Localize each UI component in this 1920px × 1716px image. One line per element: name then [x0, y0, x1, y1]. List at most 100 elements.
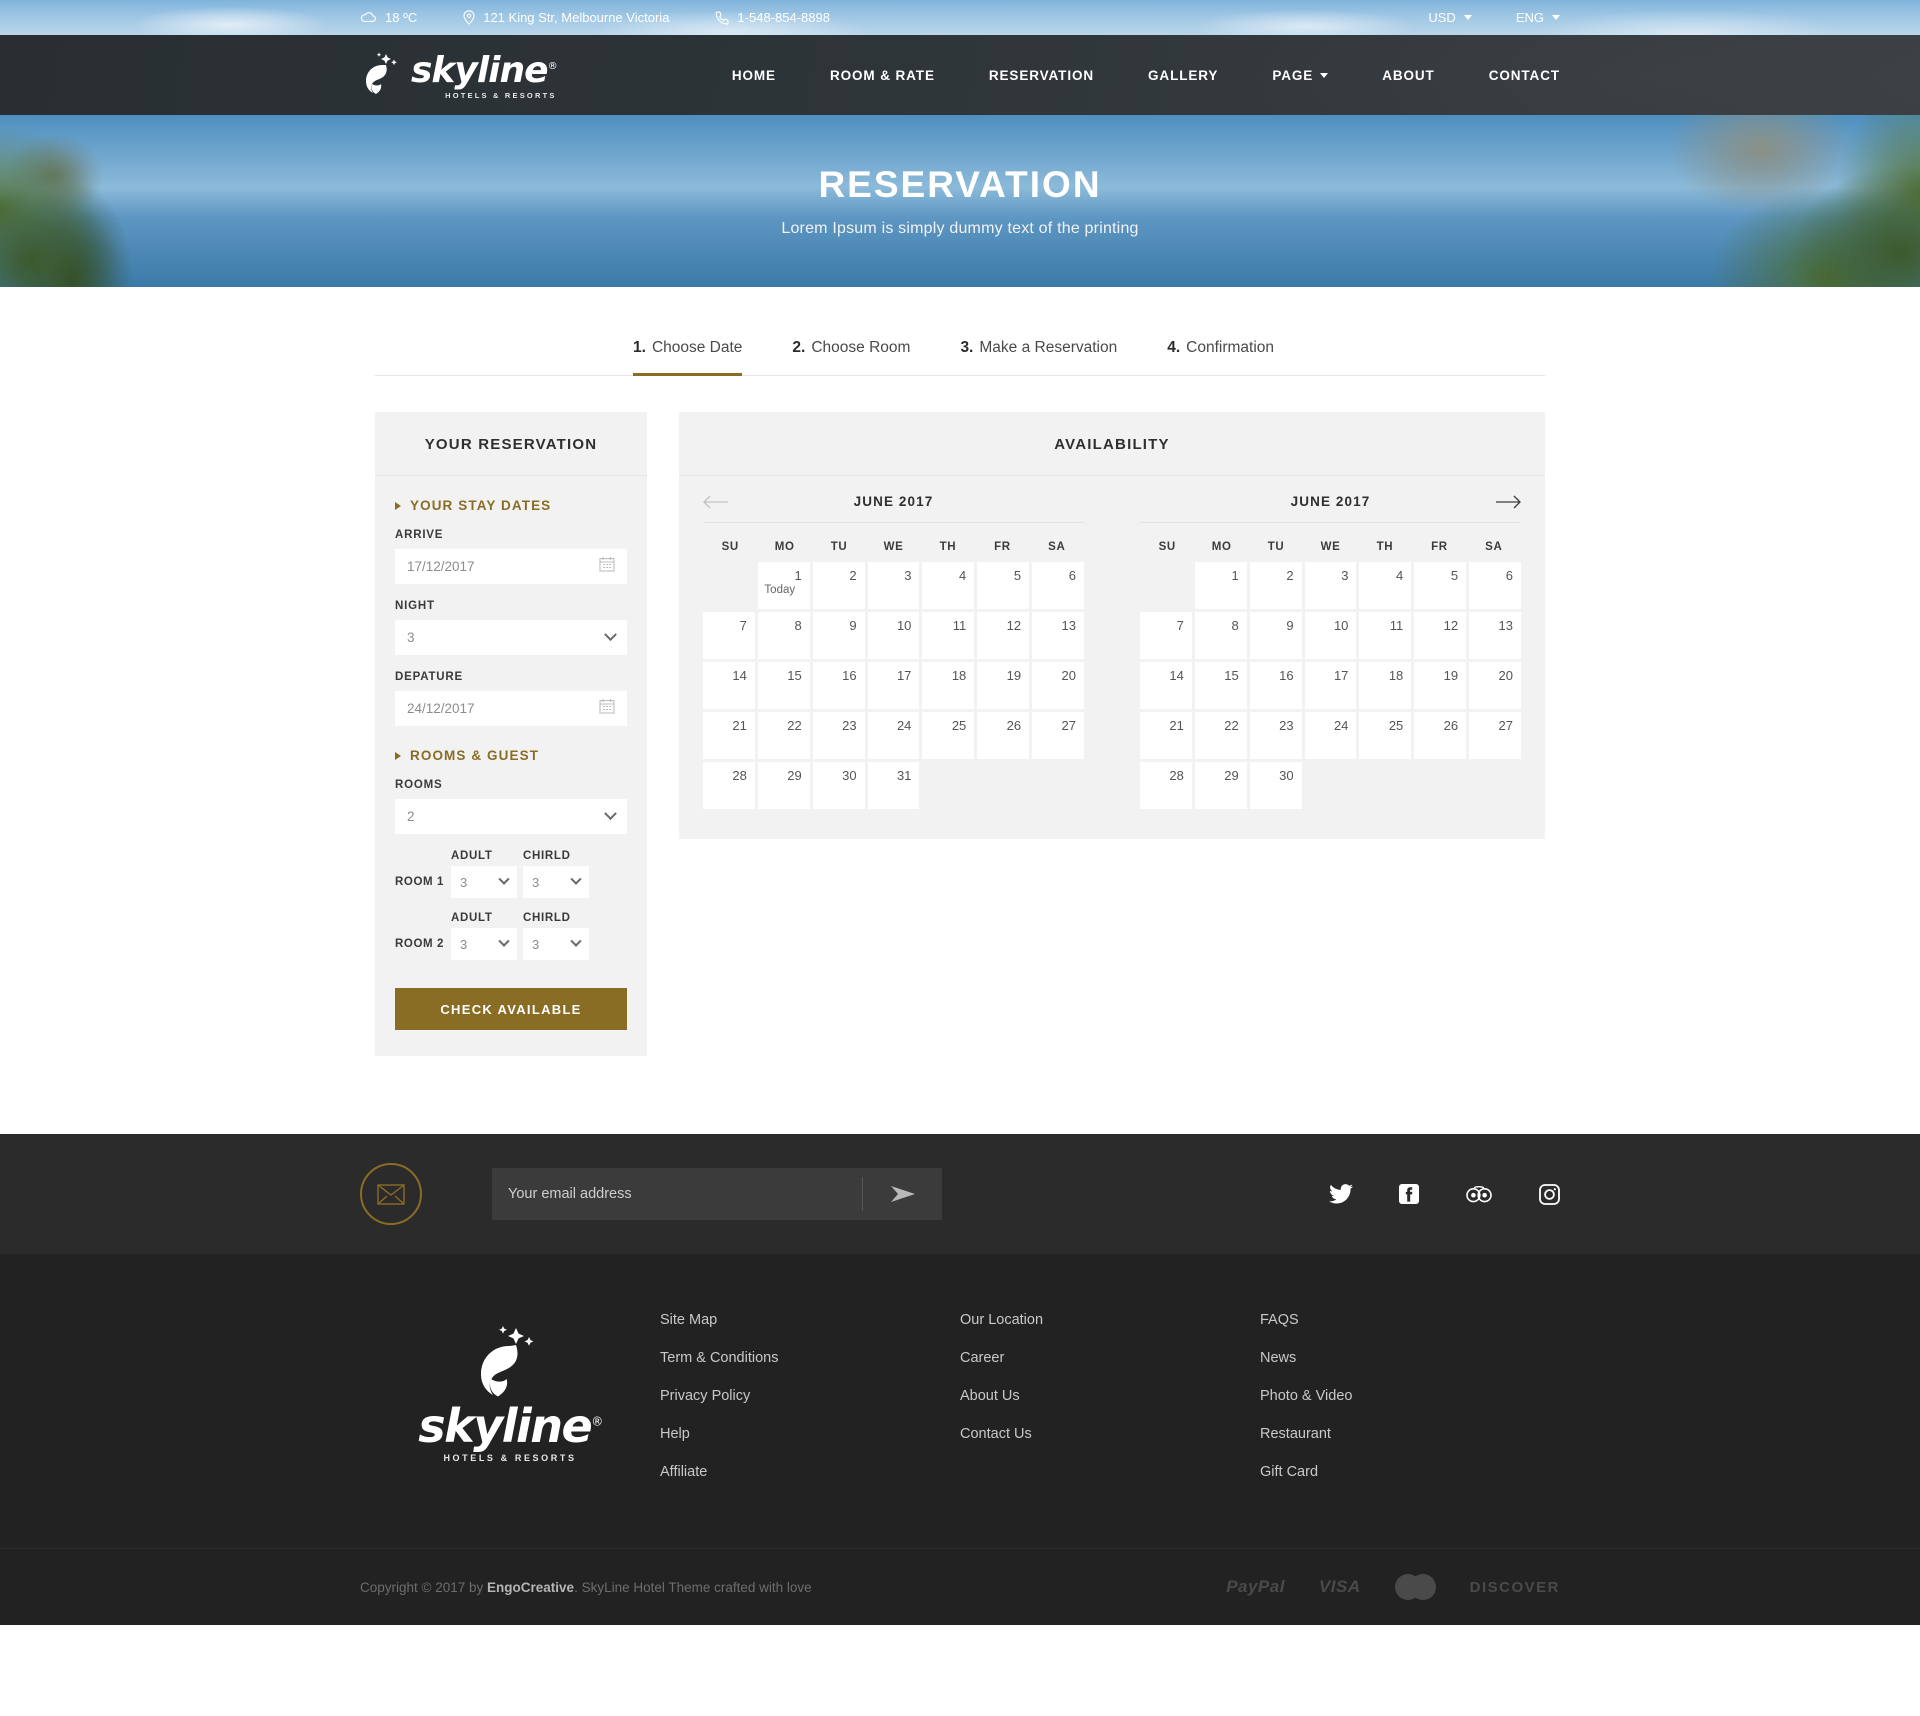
room-1-child-select[interactable]: 3 [523, 866, 589, 898]
calendar-icon[interactable] [599, 698, 615, 719]
footer-link-affiliate[interactable]: Affiliate [660, 1464, 960, 1480]
calendar-day-14[interactable]: 14 [1140, 662, 1192, 709]
site-logo[interactable]: skyline® HOTELS & RESORTS [360, 51, 558, 100]
calendar-day-31[interactable]: 31 [867, 762, 920, 809]
calendar-day-24[interactable]: 24 [1304, 712, 1357, 759]
nav-item-room-rate[interactable]: ROOM & RATE [830, 68, 935, 83]
nav-item-about[interactable]: ABOUT [1382, 68, 1435, 83]
calendar-day-8[interactable]: 8 [757, 612, 810, 659]
footer-logo[interactable]: skyline® HOTELS & RESORTS [360, 1312, 660, 1502]
room-2-adult-select[interactable]: 3 [451, 928, 517, 960]
footer-link-gift-card[interactable]: Gift Card [1260, 1464, 1560, 1480]
calendar-day-16[interactable]: 16 [812, 662, 865, 709]
calendar-day-21[interactable]: 21 [1140, 712, 1192, 759]
calendar-day-4[interactable]: 4 [1359, 562, 1412, 609]
twitter-icon[interactable] [1329, 1184, 1353, 1204]
nav-item-page[interactable]: PAGE [1272, 68, 1329, 83]
calendar-day-25[interactable]: 25 [1359, 712, 1412, 759]
calendar-day-22[interactable]: 22 [757, 712, 810, 759]
nav-item-gallery[interactable]: GALLERY [1148, 68, 1218, 83]
check-available-button[interactable]: CHECK AVAILABLE [395, 988, 627, 1030]
email-input[interactable] [508, 1186, 862, 1202]
calendar-day-1[interactable]: 1 Today [757, 562, 810, 609]
footer-link-restaurant[interactable]: Restaurant [1260, 1426, 1560, 1442]
calendar-day-4[interactable]: 4 [922, 562, 975, 609]
step-confirmation[interactable]: 4. Confirmation [1167, 339, 1274, 376]
footer-link-our-location[interactable]: Our Location [960, 1312, 1260, 1328]
calendar-day-2[interactable]: 2 [1249, 562, 1302, 609]
footer-link-career[interactable]: Career [960, 1350, 1260, 1366]
calendar-day-29[interactable]: 29 [757, 762, 810, 809]
calendar-icon[interactable] [599, 556, 615, 577]
calendar-day-25[interactable]: 25 [922, 712, 975, 759]
footer-link-help[interactable]: Help [660, 1426, 960, 1442]
footer-link-site-map[interactable]: Site Map [660, 1312, 960, 1328]
currency-selector[interactable]: USD [1428, 10, 1472, 25]
calendar-day-11[interactable]: 11 [922, 612, 975, 659]
calendar-day-5[interactable]: 5 [977, 562, 1030, 609]
nav-item-contact[interactable]: CONTACT [1489, 68, 1560, 83]
footer-link-term-conditions[interactable]: Term & Conditions [660, 1350, 960, 1366]
calendar-day-12[interactable]: 12 [977, 612, 1030, 659]
footer-link-photo-video[interactable]: Photo & Video [1260, 1388, 1560, 1404]
calendar-day-6[interactable]: 6 [1469, 562, 1521, 609]
calendar-day-20[interactable]: 20 [1032, 662, 1084, 709]
calendar-day-28[interactable]: 28 [1140, 762, 1192, 809]
calendar-day-17[interactable]: 17 [867, 662, 920, 709]
calendar-day-11[interactable]: 11 [1359, 612, 1412, 659]
step-make-a-reservation[interactable]: 3. Make a Reservation [960, 339, 1117, 376]
calendar-day-5[interactable]: 5 [1414, 562, 1467, 609]
calendar-day-28[interactable]: 28 [703, 762, 755, 809]
calendar-day-27[interactable]: 27 [1032, 712, 1084, 759]
instagram-icon[interactable] [1539, 1183, 1560, 1205]
footer-link-contact-us[interactable]: Contact Us [960, 1426, 1260, 1442]
departure-field[interactable] [395, 691, 627, 726]
room-2-child-select[interactable]: 3 [523, 928, 589, 960]
calendar-day-27[interactable]: 27 [1469, 712, 1521, 759]
calendar-day-10[interactable]: 10 [867, 612, 920, 659]
calendar-day-29[interactable]: 29 [1194, 762, 1247, 809]
step-choose-date[interactable]: 1. Choose Date [633, 339, 743, 376]
footer-link-news[interactable]: News [1260, 1350, 1560, 1366]
calendar-day-20[interactable]: 20 [1469, 662, 1521, 709]
calendar-day-26[interactable]: 26 [1414, 712, 1467, 759]
calendar-day-15[interactable]: 15 [757, 662, 810, 709]
calendar-day-18[interactable]: 18 [922, 662, 975, 709]
calendar-day-23[interactable]: 23 [1249, 712, 1302, 759]
tripadvisor-icon[interactable] [1465, 1184, 1493, 1204]
calendar-day-6[interactable]: 6 [1032, 562, 1084, 609]
calendar-day-30[interactable]: 30 [1249, 762, 1302, 809]
calendar-day-8[interactable]: 8 [1194, 612, 1247, 659]
calendar-day-7[interactable]: 7 [703, 612, 755, 659]
next-month-button[interactable] [1495, 495, 1521, 509]
calendar-day-2[interactable]: 2 [812, 562, 865, 609]
step-choose-room[interactable]: 2. Choose Room [792, 339, 910, 376]
nav-item-home[interactable]: HOME [732, 68, 776, 83]
calendar-day-9[interactable]: 9 [1249, 612, 1302, 659]
calendar-day-1[interactable]: 1 [1194, 562, 1247, 609]
prev-month-button[interactable] [703, 495, 729, 509]
calendar-day-24[interactable]: 24 [867, 712, 920, 759]
calendar-day-30[interactable]: 30 [812, 762, 865, 809]
calendar-day-14[interactable]: 14 [703, 662, 755, 709]
calendar-day-13[interactable]: 13 [1469, 612, 1521, 659]
calendar-day-23[interactable]: 23 [812, 712, 865, 759]
calendar-day-19[interactable]: 19 [977, 662, 1030, 709]
calendar-day-17[interactable]: 17 [1304, 662, 1357, 709]
footer-link-privacy-policy[interactable]: Privacy Policy [660, 1388, 960, 1404]
footer-link-about-us[interactable]: About Us [960, 1388, 1260, 1404]
arrive-field[interactable] [395, 549, 627, 584]
facebook-icon[interactable] [1399, 1184, 1419, 1204]
calendar-day-19[interactable]: 19 [1414, 662, 1467, 709]
calendar-day-21[interactable]: 21 [703, 712, 755, 759]
calendar-day-12[interactable]: 12 [1414, 612, 1467, 659]
arrive-input[interactable] [407, 559, 599, 574]
newsletter-submit-button[interactable] [862, 1177, 942, 1211]
rooms-select[interactable]: 2 [395, 799, 627, 834]
footer-link-faqs[interactable]: FAQS [1260, 1312, 1560, 1328]
calendar-day-15[interactable]: 15 [1194, 662, 1247, 709]
calendar-day-18[interactable]: 18 [1359, 662, 1412, 709]
calendar-day-16[interactable]: 16 [1249, 662, 1302, 709]
nav-item-reservation[interactable]: RESERVATION [989, 68, 1094, 83]
night-select[interactable]: 3 [395, 620, 627, 655]
